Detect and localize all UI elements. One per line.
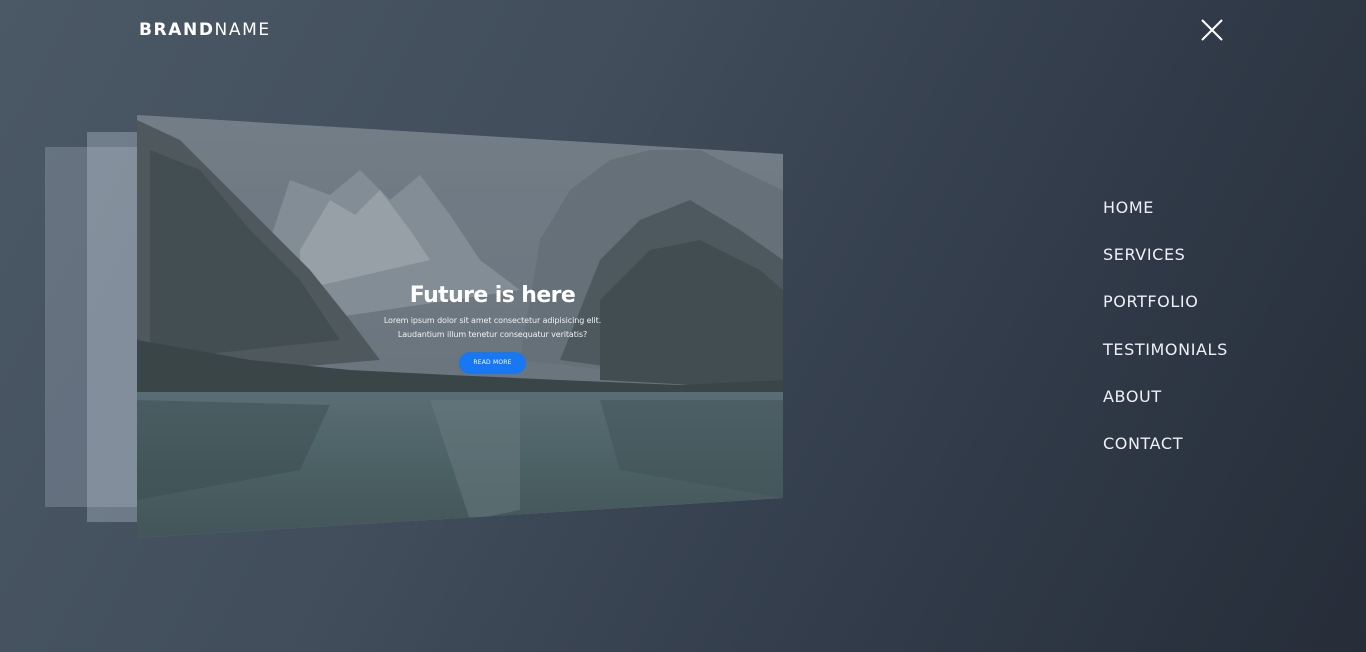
slide-stack: Future is here Lorem ipsum dolor sit ame… [0, 0, 800, 560]
menu-item-home[interactable]: HOME [1103, 196, 1228, 243]
menu-item-testimonials[interactable]: TESTIMONIALS [1103, 338, 1228, 385]
menu-item-portfolio[interactable]: PORTFOLIO [1103, 290, 1228, 337]
close-icon [1201, 19, 1223, 41]
main-menu: HOME SERVICES PORTFOLIO TESTIMONIALS ABO… [1103, 196, 1228, 479]
slide-title: Future is here [409, 283, 576, 308]
slide-description-line-1: Lorem ipsum dolor sit amet consectetur a… [383, 316, 602, 325]
slide-description: Lorem ipsum dolor sit amet consectetur a… [340, 314, 645, 342]
slide-content: Future is here Lorem ipsum dolor sit ame… [340, 282, 645, 374]
read-more-button[interactable]: READ MORE [459, 352, 526, 374]
menu-item-about[interactable]: ABOUT [1103, 385, 1228, 432]
menu-item-services[interactable]: SERVICES [1103, 243, 1228, 290]
slide-image [137, 115, 783, 538]
slide-description-line-2: Laudantium illum tenetur consequatur ver… [397, 330, 588, 339]
menu-item-contact[interactable]: CONTACT [1103, 432, 1228, 479]
close-menu-button[interactable] [1198, 16, 1226, 44]
